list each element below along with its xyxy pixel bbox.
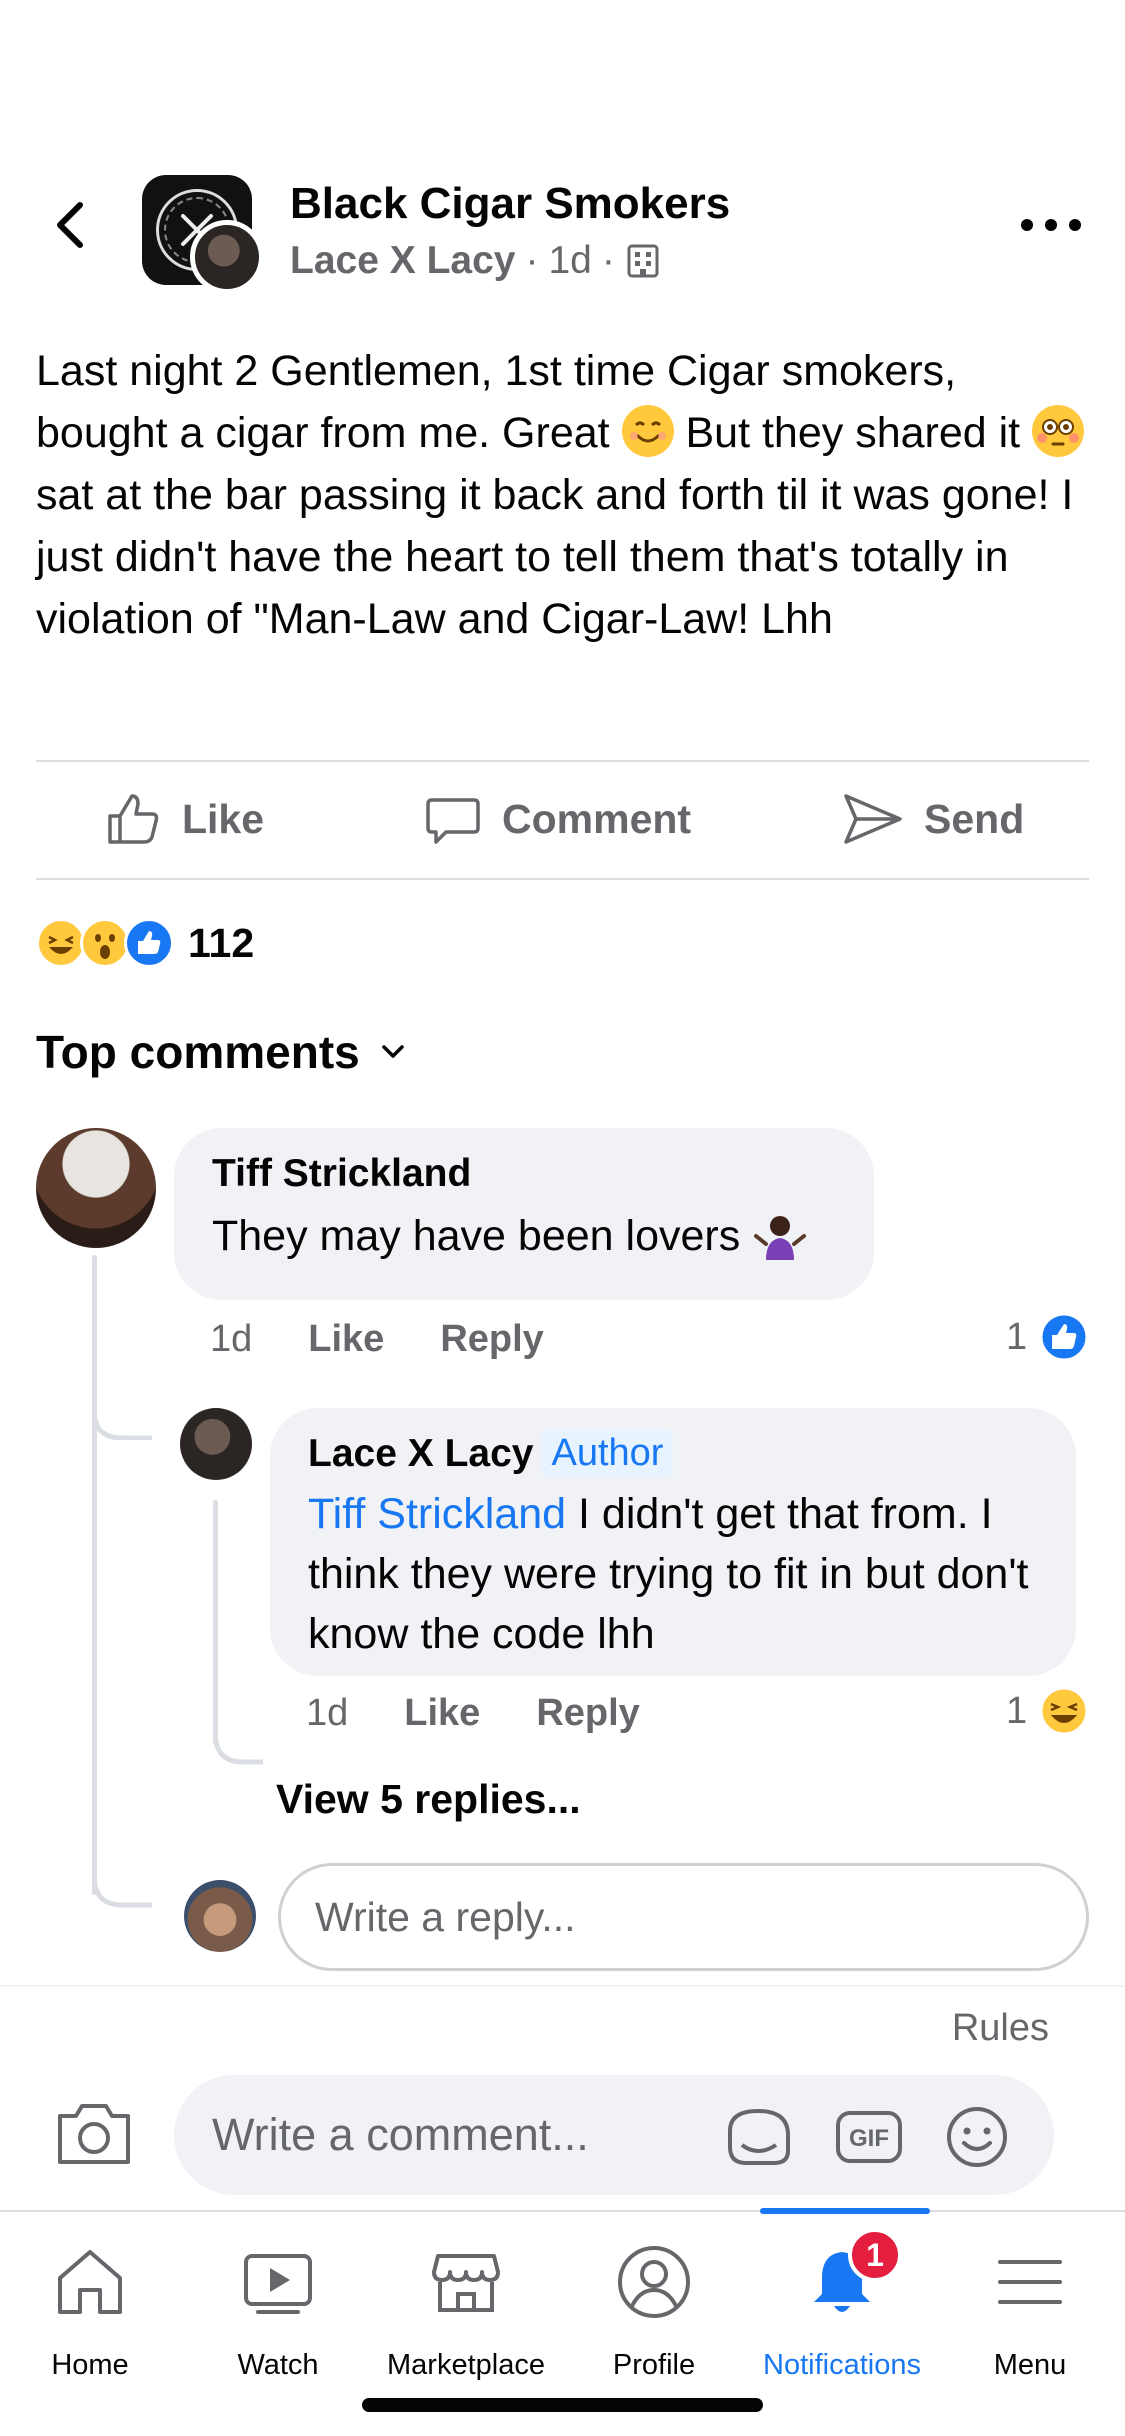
tab-notifications[interactable]: Notifications <box>752 2242 932 2382</box>
thread-connector <box>92 1855 152 1908</box>
mention-link[interactable]: Tiff Strickland <box>308 1490 566 1538</box>
reply-thread-connector <box>213 1720 263 1765</box>
thread-line <box>92 1255 97 1895</box>
comment-text: They may have been lovers <box>212 1206 808 1266</box>
comment-reaction-count: 1 <box>1006 1315 1028 1358</box>
send-label: Send <box>924 795 1025 842</box>
reply-thread-line <box>213 1500 218 1745</box>
view-replies-link[interactable]: View 5 replies... <box>276 1776 581 1823</box>
comment-button[interactable]: Comment <box>424 790 691 848</box>
reply-reply-button[interactable]: Reply <box>536 1692 639 1735</box>
reply-author-avatar[interactable] <box>180 1408 252 1480</box>
send-button[interactable]: Send <box>842 790 1024 848</box>
reply-like-button[interactable]: Like <box>404 1692 480 1735</box>
emoji-icon[interactable] <box>942 2105 1012 2169</box>
reply-header: Lace X Lacy Author <box>308 1430 674 1477</box>
comment-label: Comment <box>502 795 692 842</box>
tab-label: Marketplace <box>387 2349 545 2381</box>
post-action-bar: Like Comment Send <box>0 762 1125 882</box>
reaction-count: 112 <box>188 919 255 966</box>
tab-label: Profile <box>612 2349 696 2381</box>
reply-reaction-count: 1 <box>1006 1689 1028 1732</box>
rules-link[interactable]: Rules <box>952 2007 1049 2050</box>
post-time[interactable]: 1d <box>548 239 591 283</box>
person-shrugging-emoji-icon <box>754 1216 807 1260</box>
current-user-avatar <box>184 1880 256 1952</box>
group-name[interactable]: Black Cigar Smokers <box>290 179 730 229</box>
chevron-down-icon <box>381 1045 404 1058</box>
comment-bubble-icon <box>426 798 480 844</box>
send-arrow-icon <box>844 794 902 844</box>
comment-time[interactable]: 1d <box>210 1318 252 1361</box>
comment-reaction-summary[interactable]: 1 <box>1006 1312 1089 1362</box>
post-author[interactable]: Lace X Lacy <box>290 239 515 283</box>
author-avatar[interactable] <box>190 220 264 294</box>
reactions-summary[interactable]: 112 <box>36 918 254 968</box>
reply-input[interactable]: Write a reply... <box>278 1863 1089 1971</box>
tab-menu[interactable]: Menu <box>940 2242 1120 2382</box>
comment-reply-button[interactable]: Reply <box>440 1318 543 1361</box>
comment-bubble: Tiff Strickland They may have been lover… <box>174 1128 874 1300</box>
author-badge: Author <box>541 1430 674 1477</box>
group-privacy-icon <box>627 244 659 278</box>
more-options-icon[interactable] <box>1021 205 1081 245</box>
reply-author[interactable]: Lace X Lacy <box>308 1432 533 1476</box>
thread-connector <box>92 1380 152 1440</box>
divider <box>36 878 1089 880</box>
gif-icon[interactable]: GIF <box>834 2105 904 2169</box>
notification-badge: 1 <box>848 2228 902 2282</box>
meta-separator: · <box>601 239 615 282</box>
svg-text:GIF: GIF <box>849 2125 889 2152</box>
tab-watch[interactable]: Watch <box>188 2242 368 2382</box>
like-icon <box>124 918 174 968</box>
reply-actions: 1d Like Reply <box>306 1692 640 1735</box>
post-meta: Lace X Lacy · 1d · <box>290 239 661 283</box>
marketplace-icon <box>432 2254 500 2312</box>
tab-label: Notifications <box>763 2349 921 2381</box>
thumbs-up-icon <box>108 794 159 844</box>
haha-icon <box>36 918 86 968</box>
comment-composer: Rules Write a comment... GIF <box>0 1985 1125 2210</box>
tab-marketplace[interactable]: Marketplace <box>376 2242 556 2382</box>
reply-input-placeholder: Write a reply... <box>315 1893 576 1940</box>
camera-icon[interactable] <box>54 2100 134 2168</box>
comment-input-placeholder: Write a comment... <box>212 2109 589 2160</box>
tab-label: Home <box>51 2349 129 2381</box>
like-label: Like <box>182 795 265 842</box>
tab-profile[interactable]: Profile <box>564 2242 744 2382</box>
smiling-face-emoji-icon <box>621 405 674 457</box>
comment-author[interactable]: Tiff Strickland <box>212 1152 471 1196</box>
tab-home[interactable]: Home <box>0 2242 180 2382</box>
tab-label: Watch <box>237 2349 319 2381</box>
watch-icon <box>244 2254 312 2314</box>
active-tab-indicator <box>760 2208 930 2214</box>
reply-time[interactable]: 1d <box>306 1692 348 1735</box>
meta-separator: · <box>525 239 539 282</box>
comment-like-button[interactable]: Like <box>308 1318 384 1361</box>
post-header: Black Cigar Smokers Lace X Lacy · 1d · <box>0 175 1125 295</box>
commenter-avatar[interactable] <box>36 1128 156 1248</box>
reply-bubble: Lace X Lacy Author Tiff Strickland I did… <box>270 1408 1076 1676</box>
home-indicator <box>362 2398 763 2412</box>
like-icon <box>1039 1312 1089 1362</box>
back-arrow-icon[interactable] <box>44 195 104 255</box>
haha-icon <box>1039 1686 1089 1736</box>
like-button[interactable]: Like <box>104 790 264 848</box>
reply-reaction-summary[interactable]: 1 <box>1006 1686 1089 1736</box>
flushed-face-emoji-icon <box>1032 405 1085 457</box>
comment-input[interactable]: Write a comment... GIF <box>174 2075 1054 2195</box>
wow-icon <box>80 918 130 968</box>
avatar-sticker-icon[interactable] <box>724 2105 794 2169</box>
top-comments-label: Top comments <box>36 1026 360 1078</box>
top-comments-filter[interactable]: Top comments <box>36 1025 408 1079</box>
post-text: Last night 2 Gentlemen, 1st time Cigar s… <box>36 340 1096 650</box>
reply-text: Tiff Strickland I didn't get that from. … <box>308 1490 1029 1658</box>
home-icon <box>58 2250 122 2314</box>
tab-label: Menu <box>993 2349 1067 2381</box>
profile-icon <box>618 2246 690 2318</box>
menu-icon <box>998 2260 1062 2304</box>
comment-actions: 1d Like Reply <box>210 1318 544 1361</box>
